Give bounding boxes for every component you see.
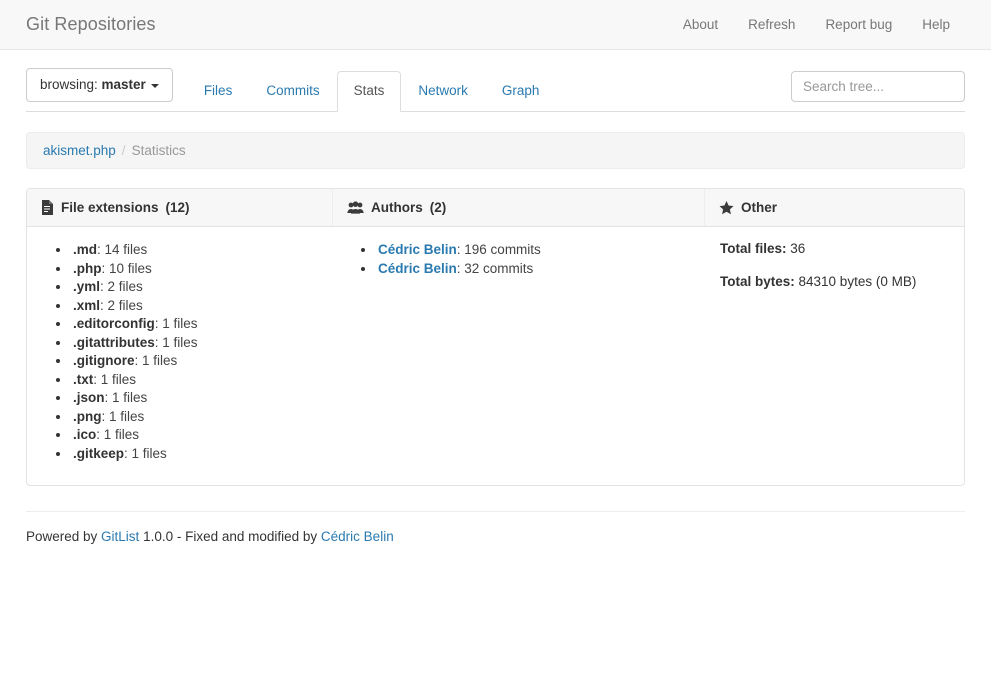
nav-link-report-bug[interactable]: Report bug bbox=[810, 17, 907, 32]
extension-count: : 1 files bbox=[124, 446, 167, 461]
header-authors: Authors (2) bbox=[332, 189, 704, 226]
extension-name: .php bbox=[73, 261, 102, 276]
header-authors-count: (2) bbox=[430, 200, 447, 215]
tab-commits[interactable]: Commits bbox=[249, 71, 336, 112]
footer-prefix: Powered by bbox=[26, 529, 101, 544]
footer-gitlist-link[interactable]: GitList bbox=[101, 529, 139, 544]
star-icon bbox=[719, 201, 734, 215]
tab-stats[interactable]: Stats bbox=[337, 71, 402, 112]
extension-name: .xml bbox=[73, 298, 100, 313]
extension-count: : 1 files bbox=[105, 390, 148, 405]
extension-name: .json bbox=[73, 390, 105, 405]
extension-name: .editorconfig bbox=[73, 316, 155, 331]
tab-graph[interactable]: Graph bbox=[485, 71, 557, 112]
author-link[interactable]: Cédric Belin bbox=[378, 242, 457, 257]
tab-network[interactable]: Network bbox=[401, 71, 485, 112]
list-item: .ico: 1 files bbox=[71, 426, 318, 445]
nav-link-about[interactable]: About bbox=[668, 17, 733, 32]
list-item: .json: 1 files bbox=[71, 389, 318, 408]
extension-count: : 10 files bbox=[102, 261, 152, 276]
total-files-label: Total files: bbox=[720, 241, 787, 256]
list-item: .gitkeep: 1 files bbox=[71, 445, 318, 464]
extension-name: .gitignore bbox=[73, 353, 135, 368]
tab-row: browsing: master Files Commits Stats Net… bbox=[26, 68, 965, 112]
list-item: Cédric Belin: 32 commits bbox=[376, 260, 690, 279]
breadcrumb: akismet.php/Statistics bbox=[26, 132, 965, 169]
breadcrumb-current: Statistics bbox=[132, 143, 186, 158]
extension-count: : 1 files bbox=[102, 409, 145, 424]
extension-name: .png bbox=[73, 409, 102, 424]
header-file-extensions-label: File extensions bbox=[61, 200, 159, 215]
file-extensions-column: .md: 14 files .php: 10 files .yml: 2 fil… bbox=[27, 227, 332, 485]
list-item: .editorconfig: 1 files bbox=[71, 315, 318, 334]
header-file-extensions: File extensions (12) bbox=[27, 189, 332, 226]
branch-selector-button[interactable]: browsing: master bbox=[26, 68, 173, 102]
list-item: .gitignore: 1 files bbox=[71, 352, 318, 371]
extension-name: .gitattributes bbox=[73, 335, 155, 350]
author-commits: : 32 commits bbox=[457, 261, 534, 276]
nav-link-help[interactable]: Help bbox=[907, 17, 965, 32]
tab-files[interactable]: Files bbox=[187, 71, 250, 112]
header-other: Other bbox=[704, 189, 964, 226]
branch-prefix-label: browsing: bbox=[40, 77, 102, 92]
statistics-panel: File extensions (12) Authors (2) bbox=[26, 188, 965, 486]
author-commits: : 196 commits bbox=[457, 242, 541, 257]
header-file-extensions-count: (12) bbox=[166, 200, 190, 215]
extension-count: : 1 files bbox=[96, 427, 139, 442]
list-item: .gitattributes: 1 files bbox=[71, 334, 318, 353]
chevron-down-icon bbox=[151, 84, 159, 88]
footer-version: 1.0.0 - Fixed and modified by bbox=[139, 529, 321, 544]
breadcrumb-repo-link[interactable]: akismet.php bbox=[43, 143, 116, 158]
other-column: Total files: 36 Total bytes: 84310 bytes… bbox=[704, 227, 964, 485]
app-brand[interactable]: Git Repositories bbox=[26, 14, 156, 35]
list-item: .md: 14 files bbox=[71, 241, 318, 260]
statistics-panel-header: File extensions (12) Authors (2) bbox=[27, 189, 964, 227]
list-item: .php: 10 files bbox=[71, 260, 318, 279]
navbar-links: About Refresh Report bug Help bbox=[668, 17, 965, 32]
statistics-panel-body: .md: 14 files .php: 10 files .yml: 2 fil… bbox=[27, 227, 964, 485]
extension-name: .txt bbox=[73, 372, 93, 387]
total-files-row: Total files: 36 bbox=[718, 241, 950, 256]
authors-column: Cédric Belin: 196 commits Cédric Belin: … bbox=[332, 227, 704, 485]
total-bytes-row: Total bytes: 84310 bytes (0 MB) bbox=[718, 274, 950, 289]
users-icon bbox=[347, 201, 364, 214]
branch-name-label: master bbox=[102, 77, 146, 92]
author-link[interactable]: Cédric Belin bbox=[378, 261, 457, 276]
extension-name: .md bbox=[73, 242, 97, 257]
extension-count: : 1 files bbox=[135, 353, 178, 368]
total-files-value: 36 bbox=[787, 241, 806, 256]
nav-link-refresh[interactable]: Refresh bbox=[733, 17, 810, 32]
list-item: .txt: 1 files bbox=[71, 371, 318, 390]
breadcrumb-separator: / bbox=[116, 143, 132, 158]
search-input[interactable] bbox=[791, 71, 965, 102]
authors-list: Cédric Belin: 196 commits Cédric Belin: … bbox=[346, 241, 690, 278]
extension-name: .ico bbox=[73, 427, 96, 442]
list-item: .yml: 2 files bbox=[71, 278, 318, 297]
extension-count: : 2 files bbox=[100, 279, 143, 294]
footer-author-link[interactable]: Cédric Belin bbox=[321, 529, 394, 544]
footer: Powered by GitList 1.0.0 - Fixed and mod… bbox=[0, 512, 991, 544]
main-content: akismet.php/Statistics File extensions (… bbox=[0, 132, 991, 486]
list-item: .xml: 2 files bbox=[71, 297, 318, 316]
list-item: .png: 1 files bbox=[71, 408, 318, 427]
extension-count: : 1 files bbox=[155, 335, 198, 350]
extension-count: : 2 files bbox=[100, 298, 143, 313]
header-authors-label: Authors bbox=[371, 200, 423, 215]
top-navbar: Git Repositories About Refresh Report bu… bbox=[0, 0, 991, 50]
file-icon bbox=[41, 200, 54, 215]
extension-count: : 1 files bbox=[155, 316, 198, 331]
total-bytes-label: Total bytes: bbox=[720, 274, 795, 289]
total-bytes-value: 84310 bytes (0 MB) bbox=[795, 274, 917, 289]
nav-tabs: Files Commits Stats Network Graph bbox=[187, 71, 557, 111]
extension-name: .gitkeep bbox=[73, 446, 124, 461]
extension-count: : 14 files bbox=[97, 242, 147, 257]
list-item: Cédric Belin: 196 commits bbox=[376, 241, 690, 260]
extension-name: .yml bbox=[73, 279, 100, 294]
file-extensions-list: .md: 14 files .php: 10 files .yml: 2 fil… bbox=[41, 241, 318, 463]
extension-count: : 1 files bbox=[93, 372, 136, 387]
header-other-label: Other bbox=[741, 200, 777, 215]
toolbar: browsing: master Files Commits Stats Net… bbox=[0, 50, 991, 112]
search-box bbox=[791, 71, 965, 102]
